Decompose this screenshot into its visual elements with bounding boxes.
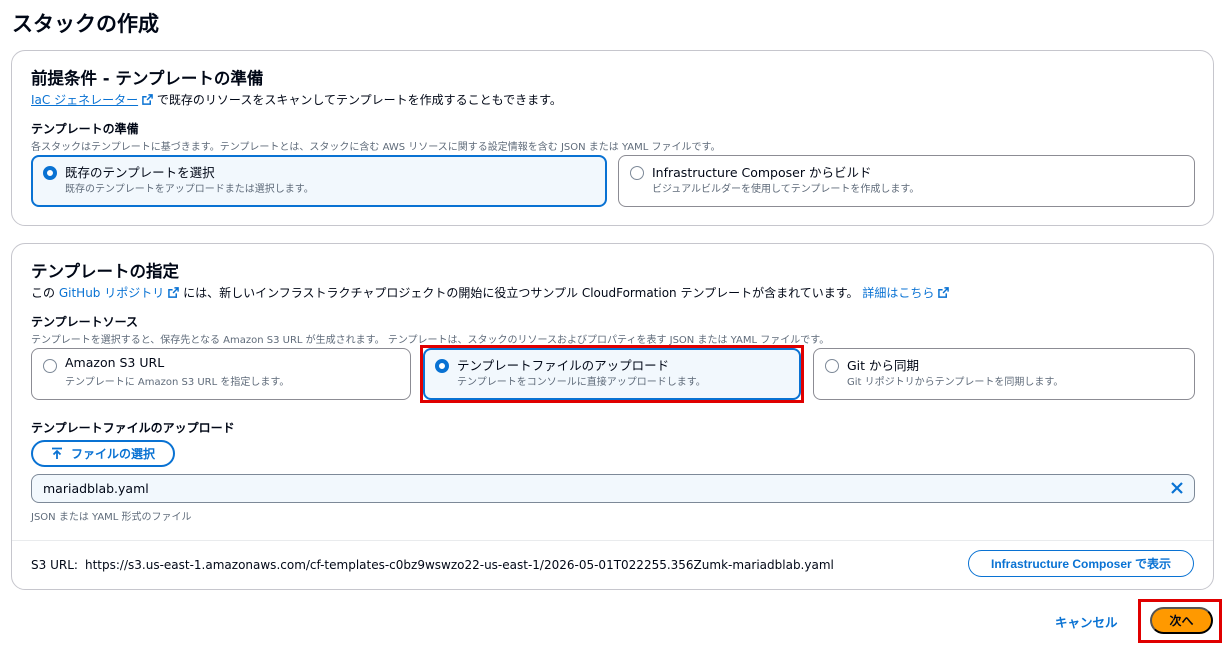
file-format-hint: JSON または YAML 形式のファイル xyxy=(31,512,192,523)
template-source-description: テンプレートを選択すると、保存先となる Amazon S3 URL が生成されま… xyxy=(31,335,830,346)
option-title: 既存のテンプレートを選択 xyxy=(65,165,215,180)
radio-unselected-icon[interactable] xyxy=(43,359,57,373)
option-description: テンプレートに Amazon S3 URL を指定します。 xyxy=(65,377,290,388)
prerequisite-panel: 前提条件 - テンプレートの準備 IaC ジェネレーター で既存のリソースをスキ… xyxy=(11,50,1214,226)
radio-unselected-icon[interactable] xyxy=(630,166,644,180)
prepare-template-label: テンプレートの準備 xyxy=(31,122,139,136)
desc-middle: には、新しいインフラストラクチャプロジェクトの開始に役立つサンプル CloudF… xyxy=(183,286,859,300)
details-link[interactable]: 詳細はこちら xyxy=(862,286,934,300)
specify-template-panel: テンプレートの指定 この GitHub リポジトリ には、新しいインフラストラク… xyxy=(11,243,1214,590)
selected-file-field[interactable]: mariadblab.yaml xyxy=(31,474,1195,503)
prepare-template-description: 各スタックはテンプレートに基づきます。テンプレートとは、スタックに含む AWS … xyxy=(31,142,721,153)
prerequisite-title: 前提条件 - テンプレートの準備 xyxy=(31,69,264,88)
option-composer-build[interactable]: Infrastructure Composer からビルド ビジュアルビルダーを… xyxy=(618,155,1195,207)
option-existing-template[interactable]: 既存のテンプレートを選択 既存のテンプレートをアップロードまたは選択します。 xyxy=(31,155,607,207)
s3-url-label: S3 URL: xyxy=(31,558,78,572)
cancel-button[interactable]: キャンセル xyxy=(1055,612,1118,631)
choose-file-button[interactable]: ファイルの選択 xyxy=(31,440,175,467)
radio-unselected-icon[interactable] xyxy=(825,359,839,373)
next-button[interactable]: 次へ xyxy=(1150,607,1213,634)
selected-file-name: mariadblab.yaml xyxy=(43,481,149,496)
upload-icon xyxy=(51,447,62,459)
option-title: Amazon S3 URL xyxy=(65,355,165,370)
divider xyxy=(12,540,1213,541)
option-description: ビジュアルビルダーを使用してテンプレートを作成します。 xyxy=(652,184,920,195)
highlight-box xyxy=(420,345,804,403)
specify-template-title: テンプレートの指定 xyxy=(31,262,180,281)
iac-description: IaC ジェネレーター で既存のリソースをスキャンしてテンプレートを作成すること… xyxy=(31,91,562,108)
specify-description: この GitHub リポジトリ には、新しいインフラストラクチャプロジェクトの開… xyxy=(31,284,950,301)
template-source-label: テンプレートソース xyxy=(31,315,139,329)
source-option-s3-url[interactable]: Amazon S3 URL テンプレートに Amazon S3 URL を指定し… xyxy=(31,348,411,400)
option-description: Git リポジトリからテンプレートを同期します。 xyxy=(847,377,1064,388)
s3-url-value: https://s3.us-east-1.amazonaws.com/cf-te… xyxy=(85,558,834,572)
github-repo-link[interactable]: GitHub リポジトリ xyxy=(59,286,164,300)
view-in-composer-button[interactable]: Infrastructure Composer で表示 xyxy=(968,550,1194,577)
option-title: Git から同期 xyxy=(847,358,920,373)
source-option-git-sync[interactable]: Git から同期 Git リポジトリからテンプレートを同期します。 xyxy=(813,348,1195,400)
external-link-icon xyxy=(168,287,180,298)
option-description: 既存のテンプレートをアップロードまたは選択します。 xyxy=(65,184,314,195)
choose-file-label: ファイルの選択 xyxy=(70,447,155,461)
page-title: スタックの作成 xyxy=(12,12,159,36)
external-link-icon xyxy=(938,287,950,298)
upload-file-label: テンプレートファイルのアップロード xyxy=(31,421,235,435)
iac-generator-link[interactable]: IaC ジェネレーター xyxy=(31,93,138,107)
radio-selected-icon[interactable] xyxy=(43,166,57,180)
option-title: Infrastructure Composer からビルド xyxy=(652,165,872,180)
external-link-icon xyxy=(142,94,153,105)
desc-prefix: この xyxy=(31,286,56,300)
close-icon[interactable] xyxy=(1170,481,1184,495)
iac-description-text: で既存のリソースをスキャンしてテンプレートを作成することもできます。 xyxy=(156,93,562,107)
